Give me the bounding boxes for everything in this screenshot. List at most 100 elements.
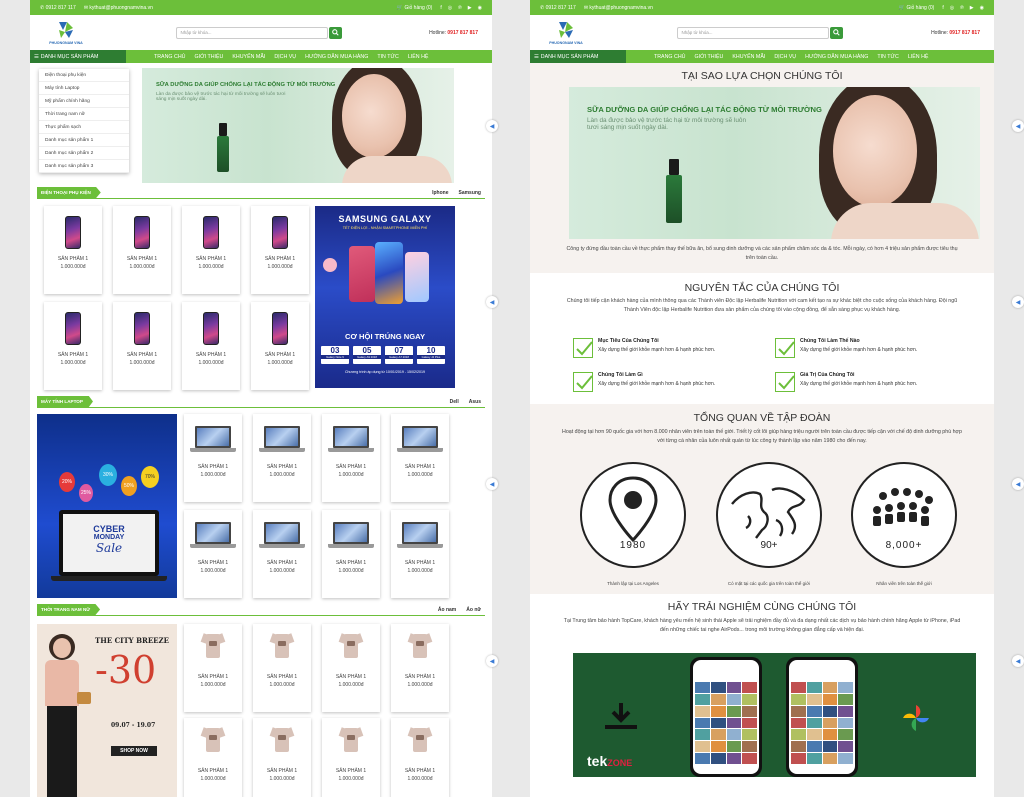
product-card[interactable]: SẢN PHẨM 1 1.000.000đ [182, 302, 240, 390]
product-card[interactable]: SẢN PHẨM 1 1.000.000đ [322, 414, 380, 502]
phone-contact[interactable]: ✆ 0912 817 117 [540, 5, 576, 11]
product-card[interactable]: SẢN PHẨM 1 1.000.000đ [391, 718, 449, 797]
cart-link[interactable]: 🛒 Giỏ hàng (0) [899, 5, 934, 11]
category-item[interactable]: Máy tính Laptop [39, 82, 129, 95]
product-card[interactable]: SẢN PHẨM 1 1.000.000đ [44, 206, 102, 294]
search-button[interactable] [328, 26, 342, 39]
product-card[interactable]: SẢN PHẨM 1 1.000.000đ [391, 414, 449, 502]
samsung-promo-banner[interactable]: SAMSUNG GALAXY TẾT ĐIỆN LỢI - NHẬN SMART… [315, 206, 455, 388]
photo-thumbnail [726, 682, 742, 693]
product-card[interactable]: SẢN PHẨM 1 1.000.000đ [322, 510, 380, 598]
facebook-icon[interactable]: f [440, 5, 441, 11]
instagram-icon[interactable]: ◎ [448, 5, 452, 11]
facebook-icon[interactable]: f [942, 5, 943, 11]
cart-link[interactable]: 🛒 Giỏ hàng (0) [397, 5, 432, 11]
subcat-link[interactable]: Samsung [458, 190, 481, 196]
product-card[interactable]: SẢN PHẨM 1 1.000.000đ [391, 624, 449, 712]
product-card[interactable]: SẢN PHẨM 1 1.000.000đ [184, 510, 242, 598]
nav-promotion[interactable]: KHUYẾN MÃI [732, 54, 765, 60]
product-card[interactable]: SẢN PHẨM 1 1.000.000đ [251, 206, 309, 294]
product-card[interactable]: SẢN PHẨM 1 1.000.000đ [44, 302, 102, 390]
nav-home[interactable]: TRANG CHỦ [154, 54, 186, 60]
nav-contact[interactable]: LIÊN HỆ [408, 54, 429, 60]
photo-thumbnail [710, 705, 726, 717]
photo-thumbnail [822, 705, 838, 717]
product-card[interactable]: SẢN PHẨM 1 1.000.000đ [184, 718, 242, 797]
nav-services[interactable]: DỊCH VỤ [274, 54, 296, 60]
product-card[interactable]: SẢN PHẨM 1 1.000.000đ [113, 302, 171, 390]
pinterest-icon[interactable]: ℗ [960, 5, 964, 11]
nav-promotion[interactable]: KHUYẾN MÃI [232, 54, 265, 60]
scroll-right-icon[interactable]: ◀ [1012, 478, 1024, 490]
product-card[interactable]: SẢN PHẨM 1 1.000.000đ [322, 718, 380, 797]
product-card[interactable]: SẢN PHẨM 1 1.000.000đ [113, 206, 171, 294]
scroll-right-icon[interactable]: ◀ [1012, 296, 1024, 308]
nav-home[interactable]: TRANG CHỦ [654, 54, 686, 60]
stat-value: 90+ [760, 540, 778, 551]
shop-now-button[interactable]: SHOP NOW [111, 746, 157, 756]
subcat-link[interactable]: Áo nữ [466, 607, 481, 613]
logo[interactable]: PHUONGNAM VINA [544, 20, 588, 45]
search-input[interactable]: Nhập từ khóa... [676, 26, 829, 39]
phone-contact[interactable]: ✆ 0912 817 117 [40, 5, 76, 11]
product-card[interactable]: SẢN PHẨM 1 1.000.000đ [184, 624, 242, 712]
category-item[interactable]: Danh mục sản phẩm 1 [39, 134, 129, 147]
photo-thumbnail [838, 682, 853, 693]
category-item[interactable]: Thời trang nam nữ [39, 108, 129, 121]
scroll-left-icon[interactable]: ◀ [486, 478, 498, 490]
cyber-monday-banner[interactable]: 20% 30% 50% 70% 25% CYBER MONDAY Sale [37, 414, 177, 598]
video-banner[interactable]: tekZONE [573, 653, 976, 777]
nav-services[interactable]: DỊCH VỤ [774, 54, 796, 60]
subcat-link[interactable]: Áo nam [438, 607, 456, 613]
product-card[interactable]: SẢN PHẨM 1 1.000.000đ [253, 414, 311, 502]
photo-thumbnail [806, 693, 822, 705]
zalo-icon[interactable]: ◉ [478, 5, 482, 11]
nav-contact[interactable]: LIÊN HỆ [908, 54, 929, 60]
youtube-icon[interactable]: ▶ [970, 5, 974, 11]
nav-guide[interactable]: HƯỚNG DẪN MUA HÀNG [805, 54, 868, 60]
product-card[interactable]: SẢN PHẨM 1 1.000.000đ [253, 624, 311, 712]
email-contact[interactable]: ✉ kythuat@phuongnamvina.vn [584, 5, 653, 11]
nav-about[interactable]: GIỚI THIỆU [195, 54, 224, 60]
scroll-left-icon[interactable]: ◀ [486, 655, 498, 667]
nav-news[interactable]: TIN TỨC [877, 54, 899, 60]
product-card[interactable]: SẢN PHẨM 1 1.000.000đ [253, 718, 311, 797]
nav-guide[interactable]: HƯỚNG DẪN MUA HÀNG [305, 54, 368, 60]
subcat-link[interactable]: Iphone [432, 190, 448, 196]
nav-about[interactable]: GIỚI THIỆU [695, 54, 724, 60]
subcat-link[interactable]: Asus [469, 399, 481, 405]
pinterest-icon[interactable]: ℗ [458, 5, 462, 11]
category-item[interactable]: Danh mục sản phẩm 2 [39, 147, 129, 160]
scroll-right-icon[interactable]: ◀ [1012, 655, 1024, 667]
product-card[interactable]: SẢN PHẨM 1 1.000.000đ [322, 624, 380, 712]
product-card[interactable]: SẢN PHẨM 1 1.000.000đ [253, 510, 311, 598]
product-card[interactable]: SẢN PHẨM 1 1.000.000đ [184, 414, 242, 502]
email-contact[interactable]: ✉ kythuat@phuongnamvina.vn [84, 5, 153, 11]
product-card[interactable]: SẢN PHẨM 1 1.000.000đ [182, 206, 240, 294]
about-panel: ✆ 0912 817 117 ✉ kythuat@phuongnamvina.v… [530, 0, 994, 797]
phone-image [65, 216, 81, 249]
category-menu-toggle[interactable]: ☰ DANH MỤC SẢN PHẨM [30, 50, 126, 63]
subcat-link[interactable]: Dell [450, 399, 459, 405]
hero-banner[interactable]: SỮA DƯỠNG DA GIÚP CHỐNG LẠI TÁC ĐỘNG TỪ … [142, 68, 454, 183]
nav-news[interactable]: TIN TỨC [377, 54, 399, 60]
scroll-right-icon[interactable]: ◀ [1012, 120, 1024, 132]
product-card[interactable]: SẢN PHẨM 1 1.000.000đ [251, 302, 309, 390]
photo-thumbnail [822, 717, 838, 729]
zalo-icon[interactable]: ◉ [980, 5, 984, 11]
fashion-promo-banner[interactable]: THE CITY BREEZE -30 09.07 - 19.07 SHOP N… [37, 624, 177, 797]
logo[interactable]: PHUONGNAM VINA [44, 20, 88, 45]
category-item[interactable]: Danh mục sản phẩm 3 [39, 160, 129, 173]
scroll-left-icon[interactable]: ◀ [486, 120, 498, 132]
instagram-icon[interactable]: ◎ [950, 5, 954, 11]
product-card[interactable]: SẢN PHẨM 1 1.000.000đ [391, 510, 449, 598]
youtube-icon[interactable]: ▶ [468, 5, 472, 11]
category-item[interactable]: Điện thoại phụ kiện [39, 69, 129, 82]
scroll-left-icon[interactable]: ◀ [486, 296, 498, 308]
category-menu-toggle[interactable]: ☰ DANH MỤC SẢN PHẨM [530, 50, 626, 63]
search-button[interactable] [829, 26, 843, 39]
photo-thumbnail [695, 717, 710, 729]
search-input[interactable]: Nhập từ khóa... [175, 26, 328, 39]
category-item[interactable]: Mỹ phẩm chính hãng [39, 95, 129, 108]
category-item[interactable]: Thực phẩm sạch [39, 121, 129, 134]
